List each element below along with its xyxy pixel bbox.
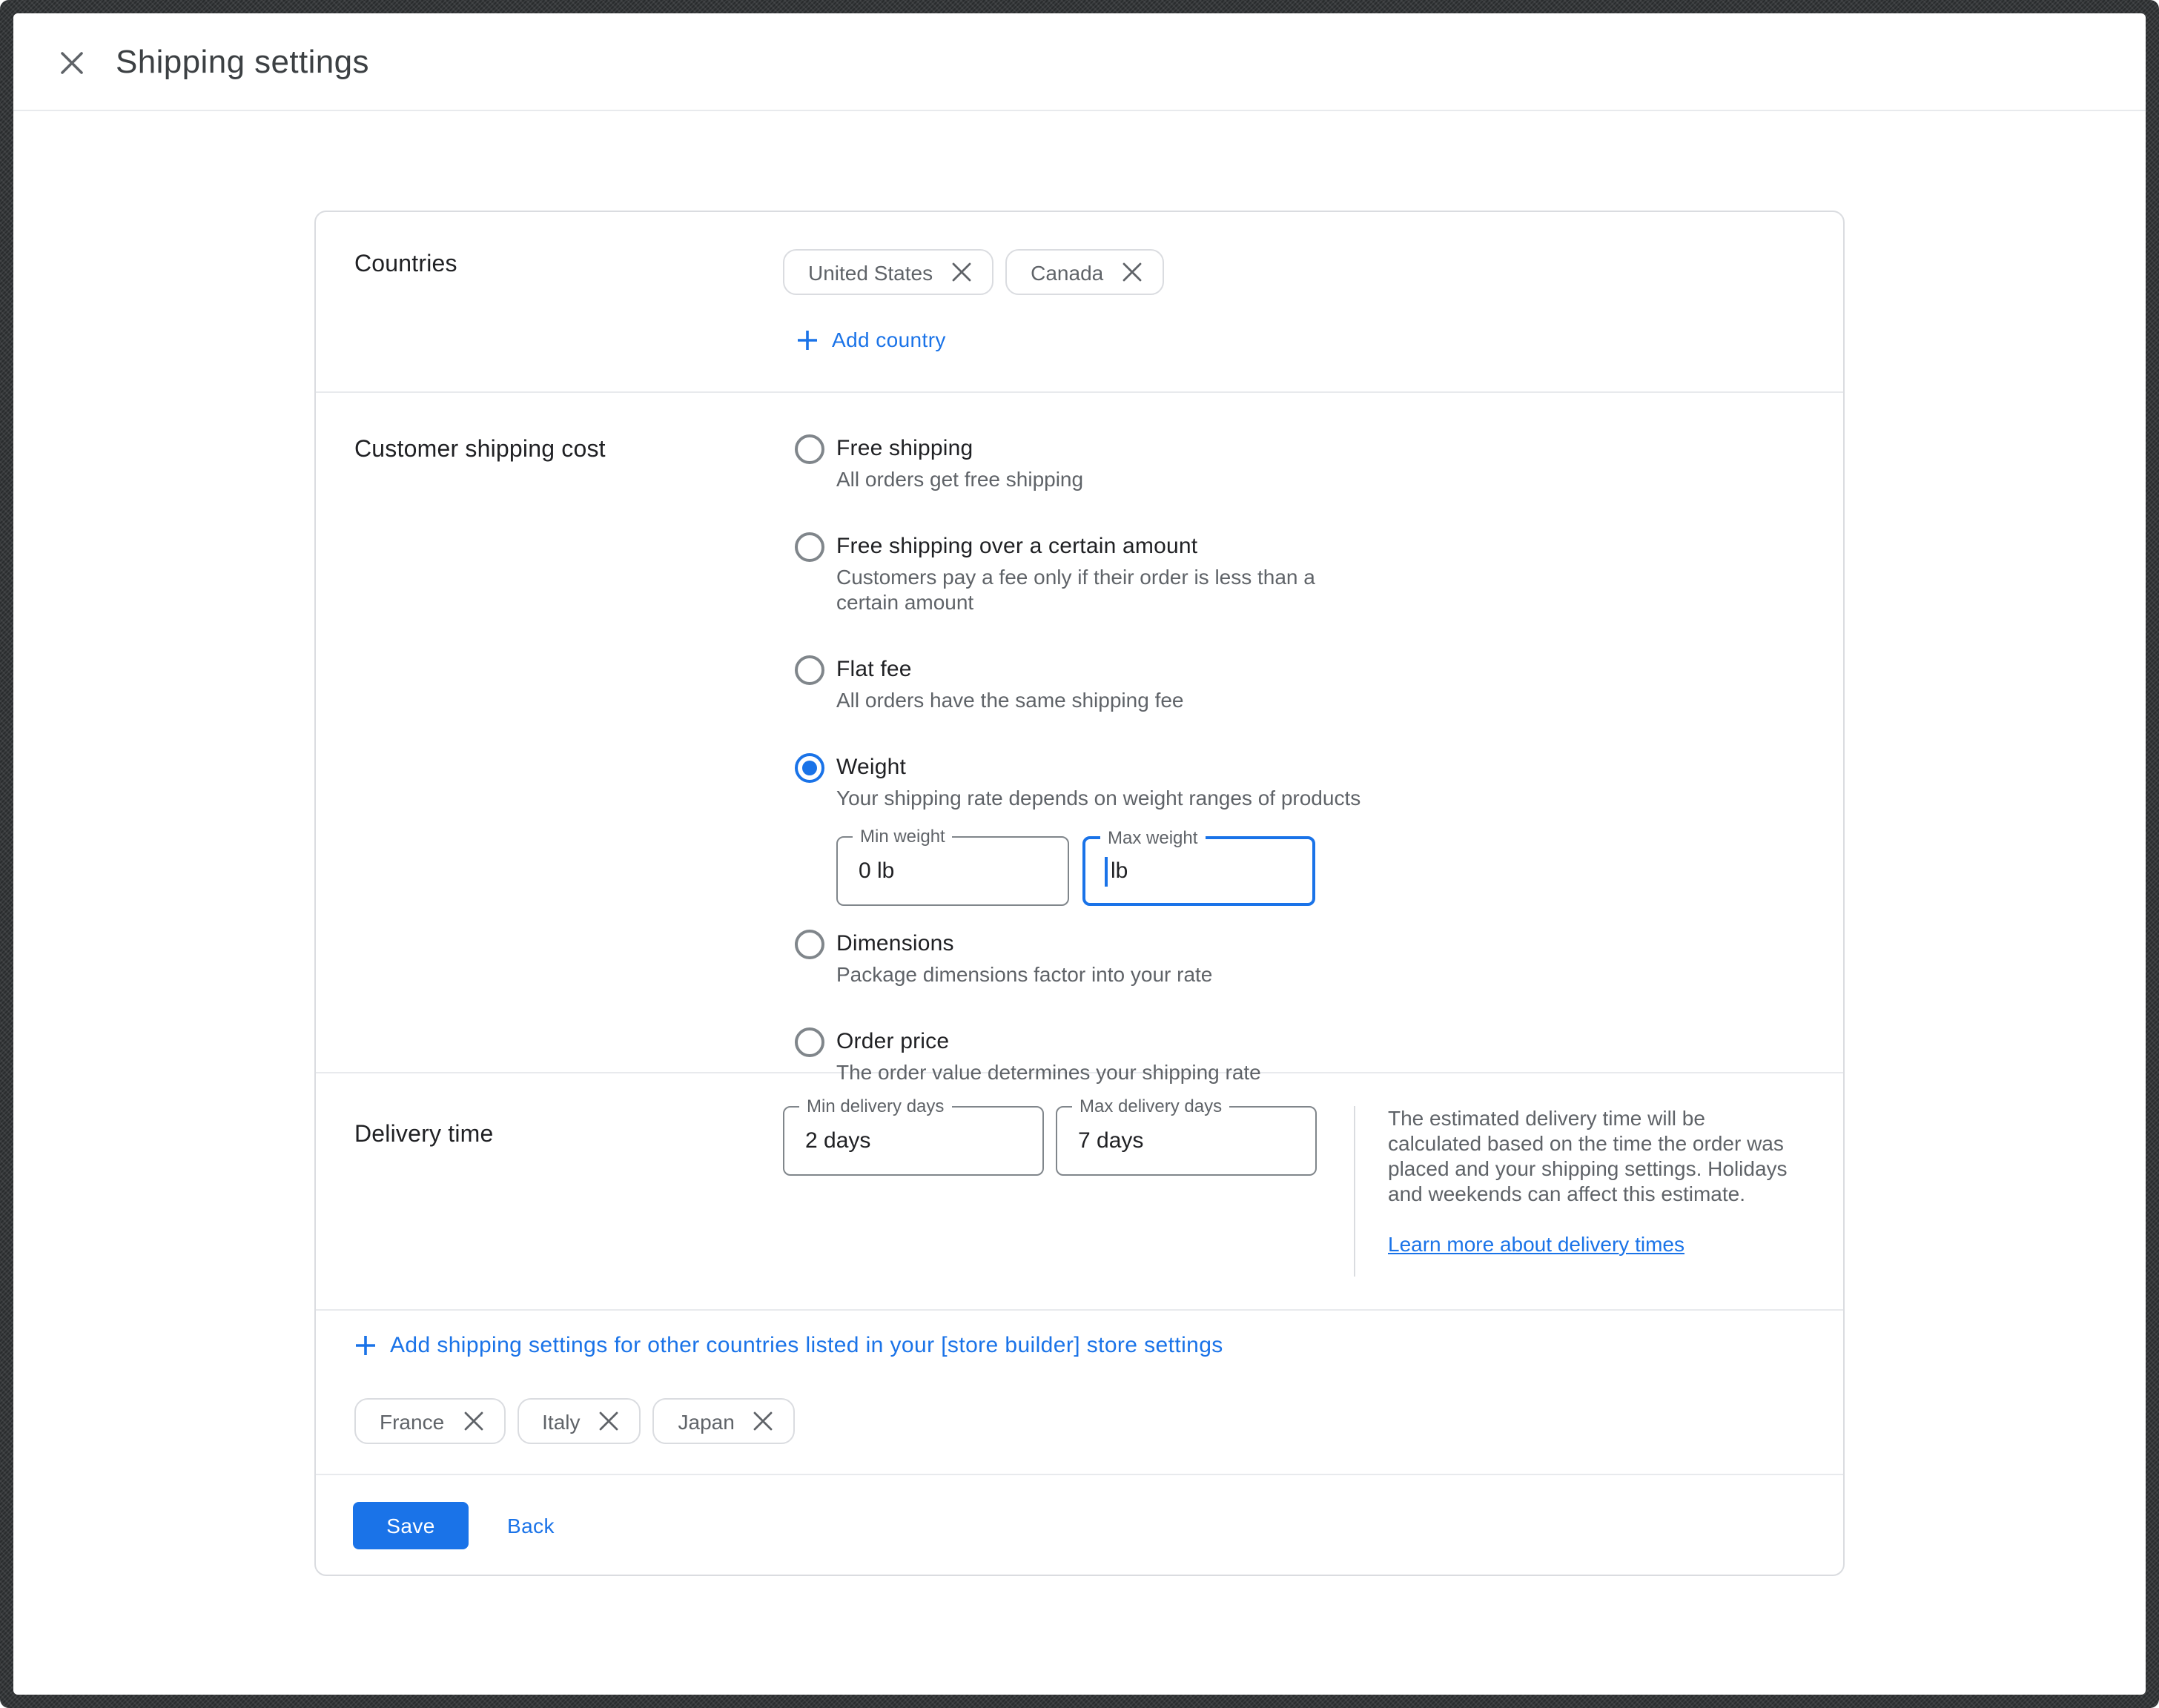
option-description: All orders get free shipping [836, 467, 1083, 492]
remove-country-icon[interactable] [754, 1411, 773, 1431]
chip-label: United States [808, 260, 933, 284]
close-button[interactable] [53, 44, 89, 80]
radio-option-free-shipping: Free shipping All orders get free shippi… [795, 434, 1366, 492]
screenshot-frame: Shipping settings Countries United State… [0, 0, 2159, 1708]
chip-label: Italy [542, 1409, 580, 1433]
remove-country-icon[interactable] [1123, 262, 1142, 282]
remove-country-icon[interactable] [463, 1411, 483, 1431]
countries-chip-row: United States Canada [783, 249, 1164, 295]
max-delivery-days-field[interactable]: Max delivery days 7 days [1056, 1106, 1317, 1176]
radio-button[interactable] [795, 930, 824, 959]
chip-label: Canada [1031, 260, 1103, 284]
delivery-help-text: The estimated delivery time will be calc… [1388, 1106, 1803, 1207]
min-weight-field[interactable]: Min weight 0 lb [836, 836, 1069, 906]
max-weight-field[interactable]: Max weight lb [1082, 836, 1315, 906]
country-chip-canada[interactable]: Canada [1005, 249, 1164, 295]
other-countries-section: Add shipping settings for other countrie… [316, 1311, 1843, 1474]
min-weight-value: 0 lb [859, 858, 894, 884]
option-label[interactable]: Dimensions [836, 930, 1212, 958]
radio-option-free-shipping-over-amount: Free shipping over a certain amount Cust… [795, 532, 1366, 615]
add-shipping-settings-button[interactable]: Add shipping settings for other countrie… [354, 1333, 1223, 1358]
other-countries-chip-row: France Italy Japan [354, 1398, 1843, 1444]
min-weight-floating-label: Min weight [853, 827, 953, 847]
plus-icon [796, 328, 819, 351]
option-description: Package dimensions factor into your rate [836, 962, 1212, 987]
page-title: Shipping settings [116, 13, 369, 111]
option-description: All orders have the same shipping fee [836, 688, 1184, 713]
min-delivery-floating-label: Min delivery days [799, 1097, 951, 1116]
vertical-divider [1354, 1106, 1355, 1277]
back-button[interactable]: Back [498, 1502, 563, 1549]
settings-card: Countries United States Canada [314, 211, 1845, 1576]
radio-button[interactable] [795, 434, 824, 464]
plus-icon [354, 1334, 377, 1357]
shipping-settings-dialog: Shipping settings Countries United State… [13, 13, 2146, 1695]
option-label[interactable]: Flat fee [836, 655, 1184, 683]
max-delivery-floating-label: Max delivery days [1072, 1097, 1229, 1116]
radio-option-flat-fee: Flat fee All orders have the same shippi… [795, 655, 1366, 713]
option-description: Customers pay a fee only if their order … [836, 565, 1366, 615]
min-delivery-days-field[interactable]: Min delivery days 2 days [783, 1106, 1044, 1176]
max-weight-value: lb [1111, 858, 1128, 884]
dialog-footer: Save Back [316, 1475, 1843, 1575]
screenshot-scaler: Shipping settings Countries United State… [0, 0, 2159, 1708]
text-cursor [1105, 856, 1108, 886]
country-chip-japan[interactable]: Japan [653, 1398, 796, 1444]
remove-country-icon[interactable] [600, 1411, 619, 1431]
close-icon [59, 50, 84, 75]
add-shipping-settings-label: Add shipping settings for other countrie… [390, 1333, 1223, 1358]
remove-country-icon[interactable] [952, 262, 971, 282]
country-chip-france[interactable]: France [354, 1398, 505, 1444]
delivery-time-section: Delivery time Min delivery days 2 days M… [316, 1073, 1843, 1309]
shipping-cost-label: Customer shipping cost [354, 437, 783, 464]
radio-button[interactable] [795, 532, 824, 562]
add-country-label: Add country [832, 328, 946, 351]
learn-more-link[interactable]: Learn more about delivery times [1388, 1232, 1684, 1256]
option-label[interactable]: Order price [836, 1027, 1261, 1056]
countries-section: Countries United States Canada [316, 212, 1843, 391]
radio-button[interactable] [795, 655, 824, 685]
radio-button[interactable] [795, 1027, 824, 1057]
countries-label: Countries [354, 252, 783, 279]
option-description: Your shipping rate depends on weight ran… [836, 786, 1360, 811]
min-delivery-value: 2 days [805, 1128, 870, 1153]
option-label[interactable]: Weight [836, 753, 1360, 781]
shipping-cost-section: Customer shipping cost Free shipping All… [316, 393, 1843, 1072]
chip-label: Japan [678, 1409, 735, 1433]
max-weight-floating-label: Max weight [1100, 829, 1205, 848]
radio-button[interactable] [795, 753, 824, 783]
delivery-time-label: Delivery time [354, 1122, 783, 1149]
option-label[interactable]: Free shipping over a certain amount [836, 532, 1366, 560]
max-delivery-value: 7 days [1078, 1128, 1143, 1153]
chip-label: France [380, 1409, 444, 1433]
country-chip-united-states[interactable]: United States [783, 249, 993, 295]
radio-option-weight: Weight Your shipping rate depends on wei… [795, 753, 1366, 898]
option-label[interactable]: Free shipping [836, 434, 1083, 463]
radio-option-dimensions: Dimensions Package dimensions factor int… [795, 930, 1366, 987]
shipping-cost-options: Free shipping All orders get free shippi… [783, 393, 1366, 1072]
dialog-header: Shipping settings [13, 13, 2146, 111]
add-country-button[interactable]: Add country [796, 328, 946, 351]
save-button[interactable]: Save [353, 1502, 469, 1549]
country-chip-italy[interactable]: Italy [517, 1398, 641, 1444]
